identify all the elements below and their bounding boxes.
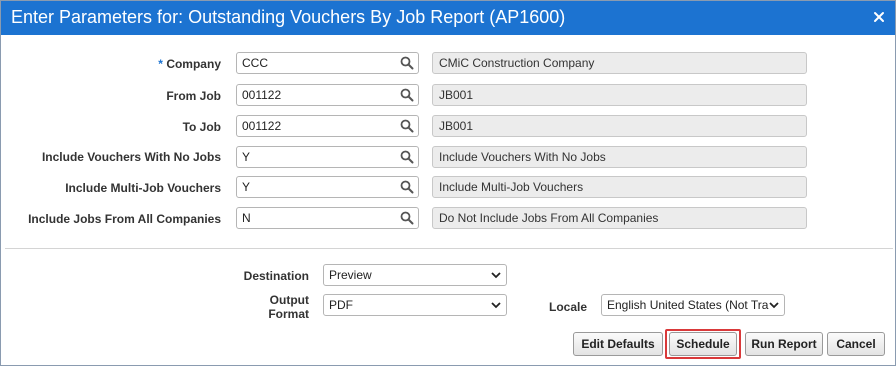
to-job-lookup[interactable] — [236, 115, 419, 137]
locale-value: English United States (Not Tra — [607, 298, 769, 312]
locale-label: Locale — [548, 300, 587, 314]
company-label: * Company — [158, 57, 221, 71]
edit-defaults-button[interactable]: Edit Defaults — [573, 332, 663, 356]
destination-select[interactable]: Preview — [323, 264, 507, 286]
from-job-input[interactable] — [237, 85, 397, 105]
from-job-description: JB001 — [432, 84, 807, 106]
dialog-title: Enter Parameters for: Outstanding Vouche… — [11, 7, 566, 27]
include-no-jobs-label: Include Vouchers With No Jobs — [41, 150, 221, 164]
company-input[interactable] — [237, 53, 397, 73]
parameters-dialog: Enter Parameters for: Outstanding Vouche… — [0, 0, 896, 366]
include-all-companies-lookup[interactable] — [236, 207, 419, 229]
cancel-button[interactable]: Cancel — [827, 332, 885, 356]
to-job-input[interactable] — [237, 116, 397, 136]
include-no-jobs-lookup[interactable] — [236, 146, 419, 168]
include-all-companies-input[interactable] — [237, 208, 397, 228]
locale-select[interactable]: English United States (Not Tra — [601, 294, 785, 316]
company-description: CMiC Construction Company — [432, 52, 807, 74]
output-format-value: PDF — [329, 298, 353, 312]
run-report-button[interactable]: Run Report — [745, 332, 823, 356]
chevron-down-icon — [491, 301, 501, 309]
dialog-titlebar: Enter Parameters for: Outstanding Vouche… — [1, 1, 895, 35]
schedule-button[interactable]: Schedule — [669, 332, 737, 356]
include-multi-job-description: Include Multi-Job Vouchers — [432, 176, 807, 198]
search-icon[interactable] — [400, 88, 414, 102]
to-job-description: JB001 — [432, 115, 807, 137]
required-marker: * — [158, 57, 163, 71]
destination-value: Preview — [329, 268, 372, 282]
from-job-label: From Job — [166, 89, 221, 103]
chevron-down-icon — [491, 271, 501, 279]
section-divider — [5, 248, 893, 249]
search-icon[interactable] — [400, 180, 414, 194]
company-lookup[interactable] — [236, 52, 419, 74]
destination-label: Destination — [243, 269, 309, 283]
chevron-down-icon — [769, 301, 779, 309]
include-multi-job-input[interactable] — [237, 177, 397, 197]
include-no-jobs-input[interactable] — [237, 147, 397, 167]
search-icon[interactable] — [400, 150, 414, 164]
include-multi-job-lookup[interactable] — [236, 176, 419, 198]
include-all-companies-label: Include Jobs From All Companies — [28, 212, 221, 226]
include-all-companies-description: Do Not Include Jobs From All Companies — [432, 207, 807, 229]
close-icon[interactable] — [871, 9, 887, 25]
from-job-lookup[interactable] — [236, 84, 419, 106]
include-no-jobs-description: Include Vouchers With No Jobs — [432, 146, 807, 168]
search-icon[interactable] — [400, 119, 414, 133]
output-format-label: Output Format — [268, 293, 309, 321]
search-icon[interactable] — [400, 56, 414, 70]
search-icon[interactable] — [400, 211, 414, 225]
to-job-label: To Job — [182, 120, 221, 134]
include-multi-job-label: Include Multi-Job Vouchers — [65, 181, 221, 195]
output-format-select[interactable]: PDF — [323, 294, 507, 316]
